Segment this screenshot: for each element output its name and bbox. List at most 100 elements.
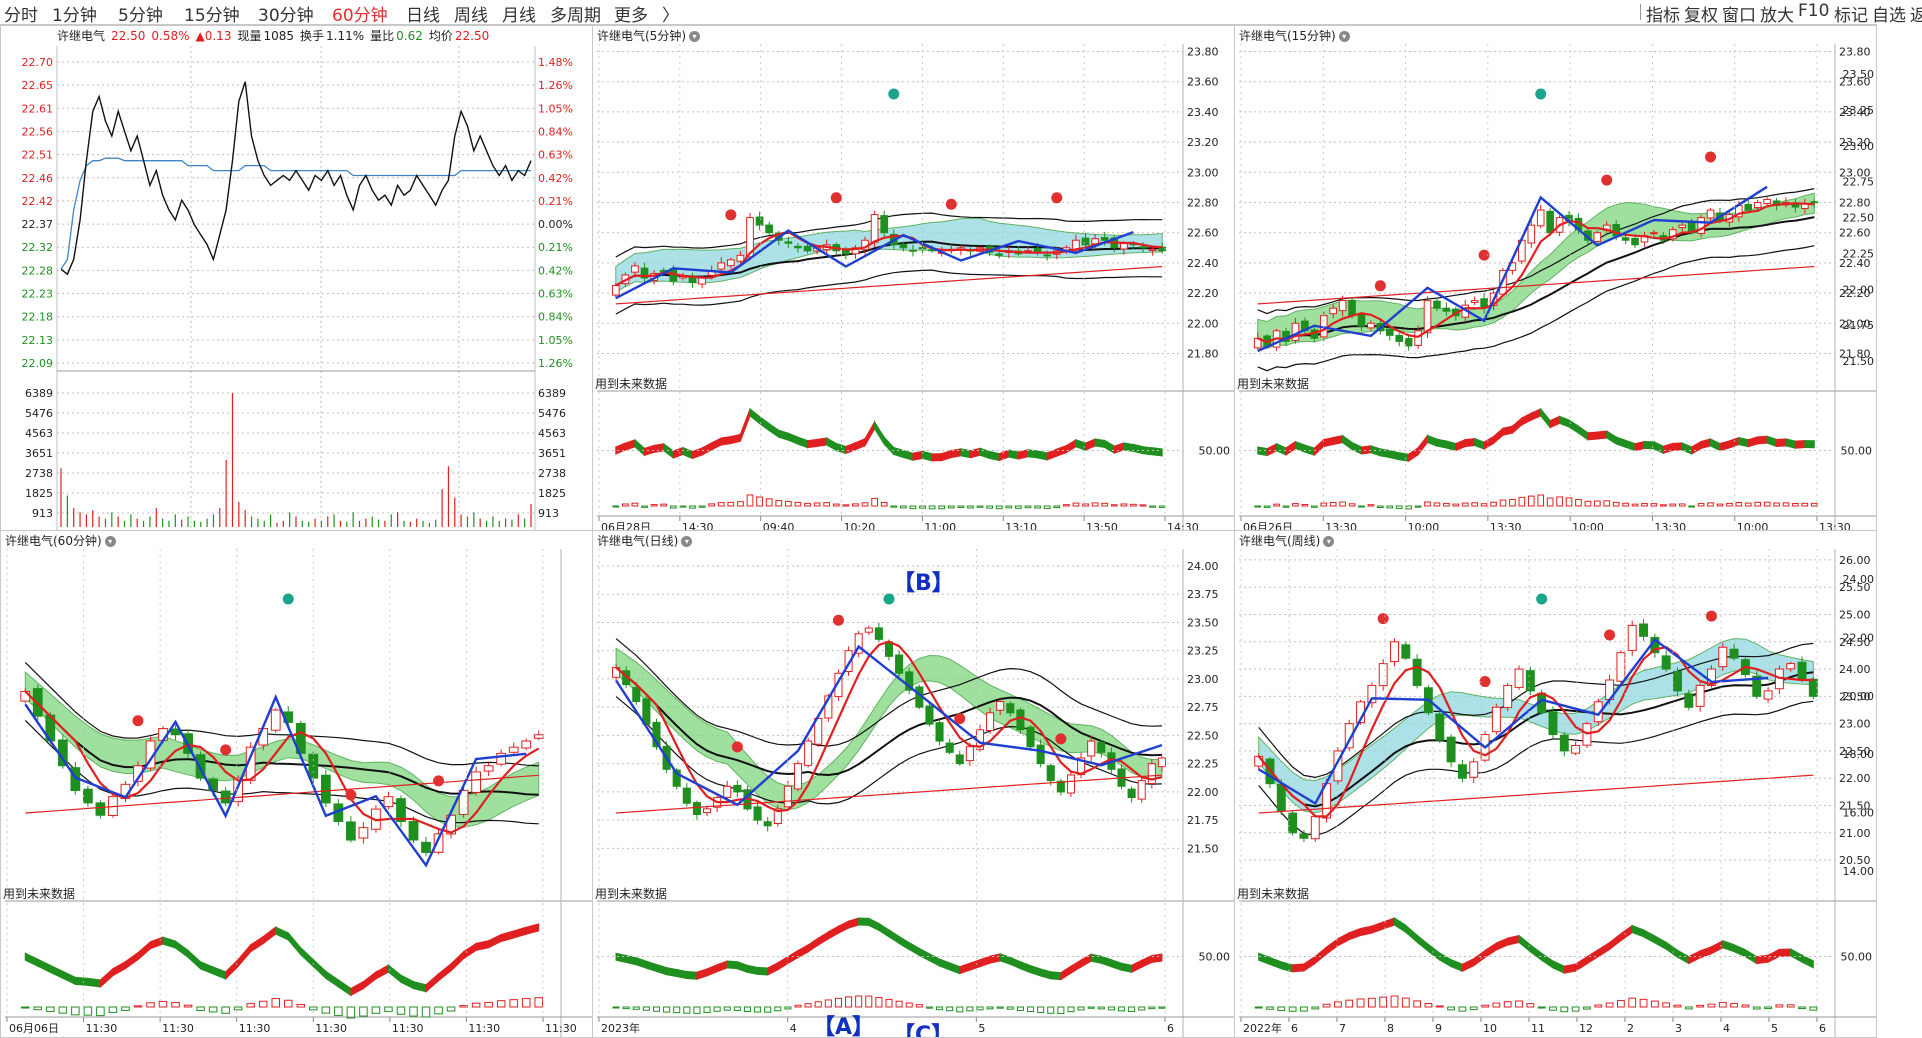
histogram-bar — [1471, 502, 1479, 507]
oscillator-ribbon — [682, 446, 693, 460]
oscillator-ribbon — [816, 437, 828, 447]
period-tab-6[interactable]: 日线 — [406, 1, 440, 26]
tool-button-1[interactable]: 复权 — [1684, 1, 1718, 26]
candle-body — [1525, 670, 1535, 692]
histogram-bar — [663, 1006, 671, 1013]
period-tab-5[interactable]: 60分钟 — [332, 1, 388, 26]
oscillator-ribbon — [1620, 924, 1633, 942]
chevron-down-icon[interactable]: ▾ — [681, 536, 693, 547]
oscillator-ribbon — [706, 963, 718, 977]
oscillator-ribbon — [1436, 438, 1447, 449]
candle-body — [1514, 668, 1524, 688]
period-tab-4[interactable]: 30分钟 — [258, 1, 314, 26]
histogram-bar — [233, 1006, 243, 1011]
right-tick-label: 14.00 — [1843, 865, 1875, 878]
period-tab-0[interactable]: 分时 — [4, 1, 38, 26]
tool-button-5[interactable]: 标记 — [1834, 1, 1868, 26]
chevron-down-icon[interactable]: ▾ — [689, 31, 700, 42]
histogram-bar — [396, 1006, 406, 1015]
period-tab-3[interactable]: 15分钟 — [184, 1, 240, 26]
volume-tick-label: 5476 — [25, 407, 53, 420]
histogram-bar — [1110, 504, 1118, 507]
tool-button-4[interactable]: F10 — [1798, 1, 1829, 21]
pct-tick-label: 0.42% — [538, 264, 573, 277]
cloud-band — [615, 217, 1163, 293]
histogram-bar — [1158, 1006, 1166, 1009]
histogram-bar — [737, 501, 744, 507]
candle-body — [884, 641, 894, 657]
oscillator-ribbon — [1631, 924, 1645, 938]
price-tick-label: 22.42 — [22, 195, 54, 208]
x-tick-label: 9 — [1435, 1022, 1442, 1035]
period-tab-10[interactable]: 更多 — [614, 1, 648, 26]
histogram-bar — [1322, 1003, 1331, 1008]
histogram-bar — [1556, 496, 1563, 507]
period-tab-9[interactable]: 多周期 — [550, 1, 601, 26]
oscillator-ribbon — [1507, 934, 1520, 946]
oscillator-ribbon — [337, 978, 352, 997]
price-tick-label: 22.32 — [22, 241, 54, 254]
histogram-bar — [673, 1006, 681, 1014]
panel-title: 许继电气(15分钟) ▾ — [1239, 27, 1350, 44]
tool-button-7[interactable]: 返回 — [1910, 1, 1922, 26]
price-tick-label: 22.60 — [1187, 227, 1219, 240]
volume-tick-label: 2738 — [25, 467, 53, 480]
period-tab-1[interactable]: 1分钟 — [52, 1, 97, 26]
candle-body — [1627, 624, 1637, 651]
candle-body — [1491, 706, 1501, 733]
histogram-bar — [1345, 999, 1354, 1008]
kline-daily-panel[interactable]: 24.00 23.75 23.50 23.25 23.00 22.75 22.50 22.25… — [592, 530, 1235, 1038]
oscillator-ribbon — [1332, 434, 1344, 446]
period-tab-2[interactable]: 5分钟 — [118, 1, 163, 26]
histogram-bar — [21, 1006, 30, 1009]
histogram-bar — [1395, 505, 1403, 510]
tool-button-0[interactable]: 指标 — [1646, 1, 1680, 26]
oscillator-ribbon — [686, 970, 698, 980]
oscillator-ribbon — [1445, 440, 1457, 452]
tool-button-6[interactable]: 自选 — [1872, 1, 1906, 26]
oscillator-ribbon — [1455, 438, 1466, 452]
histogram-bar — [1034, 505, 1041, 509]
candle-body — [1678, 224, 1687, 229]
pct-tick-label: 0.21% — [538, 195, 573, 208]
candle-body — [1536, 209, 1545, 227]
more-arrow-icon[interactable]: 〉 — [662, 1, 679, 26]
price-tick-label: 22.51 — [22, 149, 54, 162]
kline-15min-panel[interactable]: 23.80 23.60 23.40 23.20 23.00 22.80 22.60 22.40… — [1234, 25, 1877, 537]
chevron-down-icon[interactable]: ▾ — [1338, 31, 1350, 42]
price-tick-label: 23.20 — [1187, 136, 1219, 149]
kline-5min-panel[interactable]: 23.80 23.60 23.40 23.20 23.00 22.80 22.60 22.40… — [592, 25, 1235, 537]
histogram-bar — [1594, 1004, 1603, 1008]
oscillator-ribbon — [1529, 943, 1543, 962]
oscillator-ribbon — [99, 967, 114, 989]
price-tick-label: 22.20 — [1187, 287, 1219, 300]
oscillator-ribbon — [1389, 449, 1400, 461]
tool-button-3[interactable]: 放大 — [1760, 1, 1794, 26]
candle-body — [804, 740, 813, 766]
period-tab-7[interactable]: 周线 — [454, 1, 488, 26]
kline-60min-panel[interactable]: 06月06日 11:30 11:30 11:30 11:30 11:30 11:30 11:3… — [0, 530, 593, 1038]
kline-weekly-panel[interactable]: 26.00 25.50 25.00 24.50 24.00 23.50 23.00 22.50… — [1234, 530, 1877, 1038]
histogram-bar — [1277, 1006, 1286, 1011]
oscillator-ribbon — [1017, 449, 1029, 460]
candle-body — [1695, 684, 1705, 707]
oscillator-ribbon — [1587, 431, 1598, 441]
oscillator-ribbon — [908, 941, 920, 957]
oscillator-ribbon — [1577, 425, 1589, 441]
sell-signal-marker — [345, 789, 357, 801]
right-tick-label: 22.00 — [1843, 283, 1875, 296]
x-tick-label: 11:30 — [392, 1022, 424, 1035]
period-tab-8[interactable]: 月线 — [502, 1, 536, 26]
pct-tick-label: 1.05% — [538, 102, 573, 115]
oscillator-ribbon — [787, 949, 799, 965]
chevron-down-icon[interactable]: ▾ — [104, 536, 116, 547]
tool-button-2[interactable]: 窗口 — [1722, 1, 1756, 26]
oscillator-ribbon — [1342, 434, 1353, 451]
candle-body — [1661, 655, 1671, 670]
oscillator-ribbon — [1495, 937, 1509, 951]
candle-body — [1390, 641, 1399, 663]
chevron-down-icon[interactable]: ▾ — [1323, 536, 1335, 547]
intraday-panel[interactable]: 22.70 1.48% 22.65 1.26% 22.61 1.05% 22.56 0.84%… — [0, 25, 593, 537]
header-ratio-label: 量比 — [370, 29, 395, 43]
buy-signal-marker — [282, 593, 294, 605]
